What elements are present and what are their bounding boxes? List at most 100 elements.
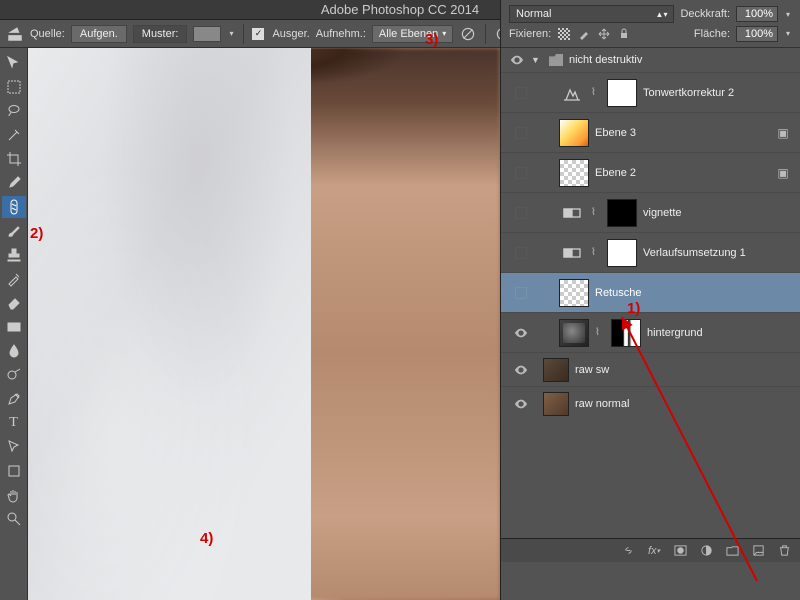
layer-thumb[interactable] <box>559 319 589 347</box>
layer-name[interactable]: hintergrund <box>647 327 703 339</box>
layer-row[interactable]: Ebene 2 ▣ <box>501 152 800 192</box>
layer-name[interactable]: Verlaufsumsetzung 1 <box>643 247 746 259</box>
visibility-toggle[interactable] <box>515 247 527 259</box>
new-layer-icon[interactable] <box>750 543 766 559</box>
sample-dropdown[interactable]: Alle Ebenen▾ <box>372 25 453 43</box>
blend-mode-dropdown[interactable]: Normal▲▾ <box>509 5 674 23</box>
layer-thumb[interactable] <box>559 159 589 187</box>
source-label: Quelle: <box>30 28 65 40</box>
visibility-toggle[interactable] <box>515 127 527 139</box>
visibility-toggle[interactable] <box>515 287 527 299</box>
layer-row[interactable]: ⌇ vignette <box>501 192 800 232</box>
path-select-tool[interactable] <box>2 436 26 458</box>
link-icon[interactable]: ⌇ <box>591 246 601 260</box>
mask-thumb[interactable] <box>607 199 637 227</box>
pattern-arrow-icon[interactable]: ▾ <box>227 26 235 42</box>
mask-thumb[interactable] <box>607 79 637 107</box>
layers-bottom-bar: fx▾ <box>501 538 800 562</box>
eraser-tool[interactable] <box>2 292 26 314</box>
gradient-tool[interactable] <box>2 316 26 338</box>
visibility-toggle[interactable] <box>515 167 527 179</box>
layer-row[interactable]: ⌇ Tonwertkorrektur 2 <box>501 72 800 112</box>
propagate-icon[interactable]: ▣ <box>774 126 792 140</box>
layer-row[interactable]: ⌇ Verlaufsumsetzung 1 <box>501 232 800 272</box>
layer-group-row[interactable]: ▼ nicht destruktiv <box>501 48 800 72</box>
blend-mode-value: Normal <box>516 8 551 20</box>
document-canvas[interactable] <box>28 48 500 600</box>
zoom-tool[interactable] <box>2 508 26 530</box>
fx-icon[interactable]: fx▾ <box>646 543 662 559</box>
layer-name[interactable]: raw sw <box>575 364 609 376</box>
layers-list: ▼ nicht destruktiv ⌇ Tonwertkorrektur 2 … <box>501 48 800 562</box>
mask-thumb[interactable] <box>607 239 637 267</box>
layer-name[interactable]: raw normal <box>575 398 629 410</box>
link-icon[interactable]: ⌇ <box>591 86 601 100</box>
layer-row[interactable]: raw normal <box>501 386 800 420</box>
opacity-label: Deckkraft: <box>680 8 730 20</box>
lock-transparency-icon[interactable] <box>557 27 571 41</box>
layer-row[interactable]: ⌇ hintergrund <box>501 312 800 352</box>
layer-row[interactable]: raw sw <box>501 352 800 386</box>
fill-field[interactable]: 100% <box>736 26 778 42</box>
toolbox: T <box>0 48 28 600</box>
pen-tool[interactable] <box>2 388 26 410</box>
visibility-icon[interactable] <box>509 52 525 68</box>
mask-thumb[interactable] <box>611 319 641 347</box>
shape-tool[interactable] <box>2 460 26 482</box>
layer-name[interactable]: vignette <box>643 207 682 219</box>
divider <box>485 24 486 44</box>
visibility-icon[interactable] <box>513 396 529 412</box>
aligned-checkbox[interactable]: ✓ <box>252 28 264 40</box>
hand-tool[interactable] <box>2 484 26 506</box>
opacity-arrow-icon[interactable]: ▾ <box>784 6 792 22</box>
healing-brush-tool[interactable] <box>2 196 26 218</box>
move-tool[interactable] <box>2 52 26 74</box>
marquee-tool[interactable] <box>2 76 26 98</box>
lock-position-icon[interactable] <box>597 27 611 41</box>
lock-label: Fixieren: <box>509 28 551 40</box>
dodge-tool[interactable] <box>2 364 26 386</box>
layer-name[interactable]: Ebene 2 <box>595 167 636 179</box>
layer-row-selected[interactable]: Retusche <box>501 272 800 312</box>
new-group-icon[interactable] <box>724 543 740 559</box>
link-layers-icon[interactable] <box>620 543 636 559</box>
lock-pixels-icon[interactable] <box>577 27 591 41</box>
crop-tool[interactable] <box>2 148 26 170</box>
layer-thumb[interactable] <box>559 119 589 147</box>
lasso-tool[interactable] <box>2 100 26 122</box>
fill-arrow-icon[interactable]: ▾ <box>784 26 792 42</box>
lock-all-icon[interactable] <box>617 27 631 41</box>
history-brush-tool[interactable] <box>2 268 26 290</box>
stamp-tool[interactable] <box>2 244 26 266</box>
blur-tool[interactable] <box>2 340 26 362</box>
add-mask-icon[interactable] <box>672 543 688 559</box>
tool-preset-icon[interactable] <box>6 25 24 43</box>
visibility-icon[interactable] <box>513 362 529 378</box>
visibility-icon[interactable] <box>513 325 529 341</box>
layer-name[interactable]: Retusche <box>595 287 641 299</box>
visibility-toggle[interactable] <box>515 87 527 99</box>
layer-name[interactable]: Ebene 3 <box>595 127 636 139</box>
opacity-field[interactable]: 100% <box>736 6 778 22</box>
visibility-toggle[interactable] <box>515 207 527 219</box>
layer-name[interactable]: Tonwertkorrektur 2 <box>643 87 734 99</box>
pattern-swatch[interactable] <box>193 26 221 42</box>
type-tool[interactable]: T <box>2 412 26 434</box>
layer-row[interactable]: Ebene 3 ▣ <box>501 112 800 152</box>
ignore-adjust-icon[interactable] <box>459 25 477 43</box>
adjustment-icon[interactable] <box>698 543 714 559</box>
sampled-button[interactable]: Aufgen. <box>71 25 127 43</box>
link-icon[interactable]: ⌇ <box>595 326 605 340</box>
layer-thumb[interactable] <box>559 279 589 307</box>
link-icon[interactable]: ⌇ <box>591 206 601 220</box>
trash-icon[interactable] <box>776 543 792 559</box>
wand-tool[interactable] <box>2 124 26 146</box>
pattern-button[interactable]: Muster: <box>133 25 188 43</box>
propagate-icon[interactable]: ▣ <box>774 166 792 180</box>
fold-icon[interactable]: ▼ <box>531 55 543 65</box>
layer-thumb[interactable] <box>543 392 569 416</box>
layer-thumb[interactable] <box>543 358 569 382</box>
brush-tool[interactable] <box>2 220 26 242</box>
group-name[interactable]: nicht destruktiv <box>569 54 642 66</box>
eyedropper-tool[interactable] <box>2 172 26 194</box>
